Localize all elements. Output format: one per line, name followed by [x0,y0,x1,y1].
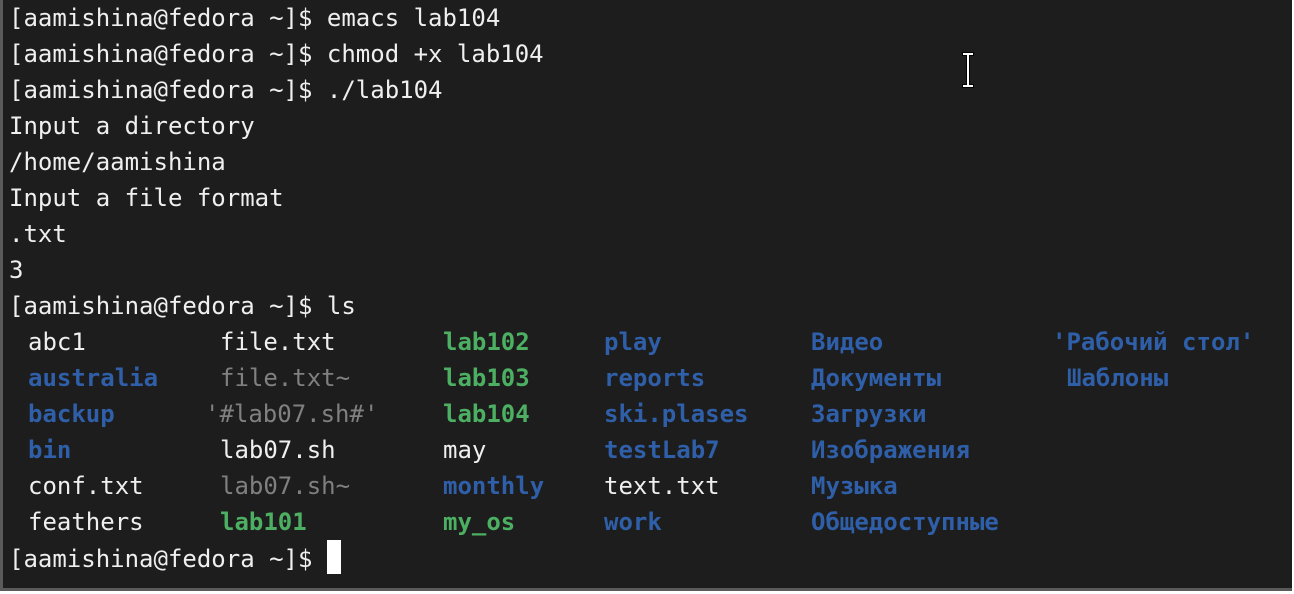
command-text: chmod +x lab104 [326,40,544,68]
terminal-input-line[interactable]: [aamishina@fedora ~]$ [9,540,341,576]
ls-entry-executable: my_os [443,508,516,536]
ls-entry-directory: Шаблоны [1067,364,1169,392]
ls-entry-file: feathers [28,508,144,536]
command-text: ls [326,292,356,320]
terminal-window[interactable]: [aamishina@fedora ~]$ emacs lab104 [aami… [0,0,1292,591]
terminal-line-ls: [aamishina@fedora ~]$ ls [9,288,356,324]
ls-entry-directory: Музыка [811,472,898,500]
ls-entry-file: file.txt [220,328,336,356]
ls-entry-backup: '#lab07.sh#' [205,400,379,428]
shell-prompt: [aamishina@fedora ~]$ [9,76,327,104]
ls-entry-directory: bin [28,436,72,464]
terminal-line-2: [aamishina@fedora ~]$ chmod +x lab104 [9,36,544,72]
ls-entry-directory: Общедоступные [811,508,999,536]
ls-entry-directory: 'Рабочий стол' [1052,328,1255,356]
ls-entry-directory: testLab7 [604,436,720,464]
shell-prompt: [aamishina@fedora ~]$ [9,292,327,320]
ls-entry-directory: monthly [443,472,545,500]
ls-entry-executable: lab104 [443,400,530,428]
ls-entry-backup: file.txt~ [220,364,351,392]
ls-entry-executable: lab102 [443,328,530,356]
ls-entry-directory: Изображения [811,436,970,464]
command-text: emacs lab104 [326,4,501,32]
shell-prompt: [aamishina@fedora ~]$ [9,4,327,32]
ls-entry-directory: Видео [811,328,884,356]
ibeam-cursor-icon [962,52,974,88]
ls-entry-directory: play [604,328,662,356]
output-line: Input a file format [9,184,284,212]
shell-prompt: [aamishina@fedora ~]$ [9,40,327,68]
ls-entry-directory: ski.plases [604,400,749,428]
ls-entry-directory: backup [28,400,115,428]
ls-entry-file: lab07.sh [220,436,336,464]
output-line: /home/aamishina [9,148,226,176]
output-line: 3 [9,256,24,284]
ls-entry-directory: work [604,508,662,536]
output-line: Input a directory [9,112,255,140]
terminal-line-1: [aamishina@fedora ~]$ emacs lab104 [9,0,500,36]
ls-entry-directory: reports [604,364,706,392]
output-line: .txt [9,220,67,248]
text-cursor [326,540,341,574]
ls-entry-directory: Загрузки [811,400,927,428]
ls-entry-directory: Документы [811,364,942,392]
ls-entry-backup: lab07.sh~ [220,472,351,500]
ls-entry-file: text.txt [604,472,720,500]
ls-entry-executable: lab103 [443,364,530,392]
ls-entry-file: may [443,436,487,464]
ls-entry-file: abc1 [28,328,86,356]
command-text: ./lab104 [326,76,443,104]
terminal-line-3: [aamishina@fedora ~]$ ./lab104 [9,72,442,108]
shell-prompt: [aamishina@fedora ~]$ [9,545,327,573]
ls-entry-directory: australia [28,364,159,392]
ls-entry-file: conf.txt [28,472,144,500]
ls-entry-executable: lab101 [220,508,307,536]
